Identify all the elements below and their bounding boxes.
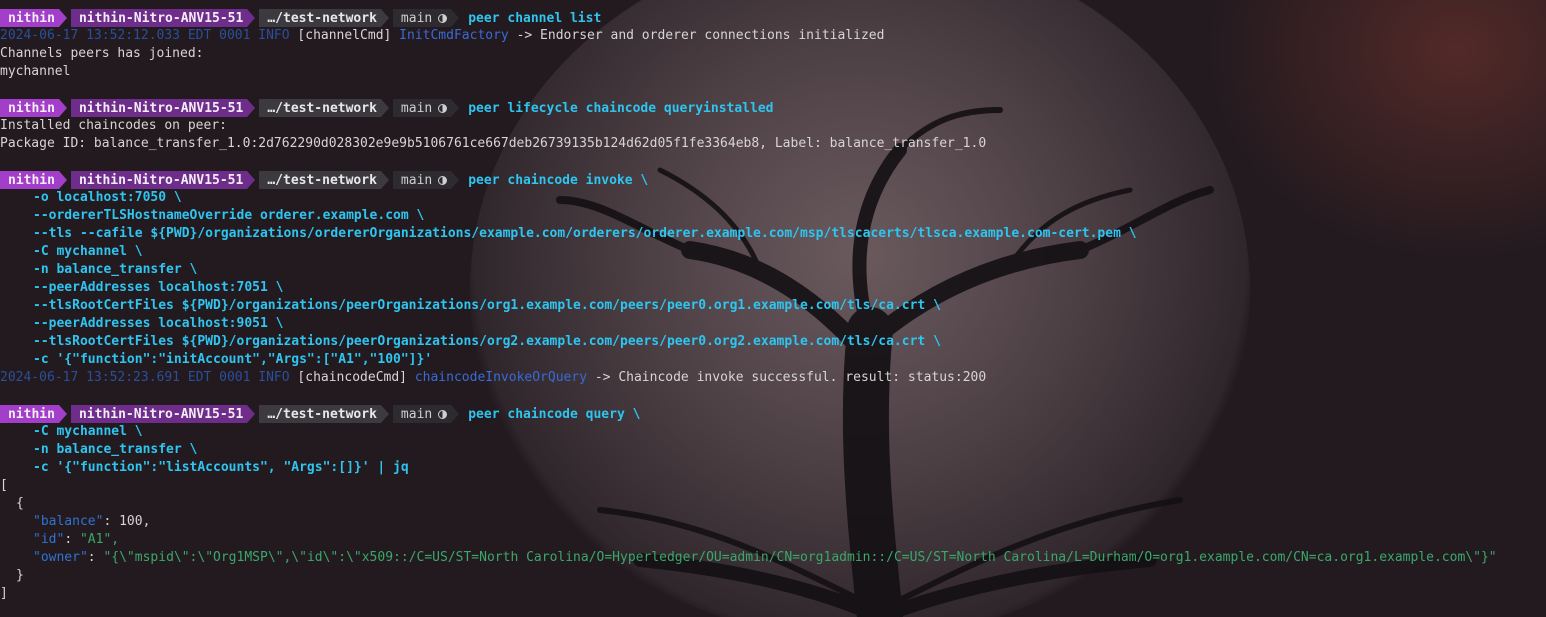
prompt-git-branch: main <box>392 405 452 423</box>
command-continuation[interactable]: --tlsRootCertFiles ${PWD}/organizations/… <box>0 333 1546 351</box>
json-key: "owner" <box>33 550 88 565</box>
command-continuation[interactable]: -n balance_transfer \ <box>0 441 1546 459</box>
powerline-separator <box>247 9 256 27</box>
powerline-separator <box>380 9 389 27</box>
json-key: "balance" <box>33 514 104 529</box>
prompt-directory: …/test-network <box>259 99 381 117</box>
json-open-bracket: [ <box>0 478 8 493</box>
log-tag: [chaincodeCmd] <box>297 370 407 385</box>
prompt-user: nithin <box>0 9 59 27</box>
log-tag: [channelCmd] <box>297 28 392 43</box>
branch-label: main <box>400 406 433 422</box>
powerline-separator <box>247 171 256 189</box>
git-status-icon <box>438 409 448 419</box>
branch-label: main <box>400 10 433 26</box>
branch-label: main <box>400 172 433 188</box>
powerline-separator <box>380 171 389 189</box>
command-continuation[interactable]: --peerAddresses localhost:9051 \ <box>0 315 1546 333</box>
powerline-separator <box>58 99 67 117</box>
branch-label: main <box>400 100 433 116</box>
prompt-git-branch: main <box>392 99 452 117</box>
command-continuation[interactable]: --tls --cafile ${PWD}/organizations/orde… <box>0 225 1546 243</box>
prompt-user: nithin <box>0 171 59 189</box>
command-continuation[interactable]: -C mychannel \ <box>0 243 1546 261</box>
shell-prompt: nithin nithin-Nitro-ANV15-51 …/test-networ… <box>0 405 1546 423</box>
git-status-icon <box>438 13 448 23</box>
powerline-separator <box>58 171 67 189</box>
powerline-separator <box>58 9 67 27</box>
json-value: "{\"mspid\":\"Org1MSP\",\"id\":\"x509::/… <box>103 550 1497 565</box>
terminal-output[interactable]: nithin nithin-Nitro-ANV15-51 …/test-networ… <box>0 9 1546 603</box>
command-text[interactable]: peer lifecycle chaincode queryinstalled <box>468 101 773 116</box>
git-status-icon <box>438 175 448 185</box>
json-brace: } <box>16 568 24 583</box>
log-timestamp: 2024-06-17 13:52:23.691 EDT 0001 INFO <box>0 370 290 385</box>
log-message: -> Chaincode invoke successful. result: … <box>594 370 987 385</box>
command-text[interactable]: peer chaincode invoke \ <box>468 173 648 188</box>
command-continuation[interactable]: --tlsRootCertFiles ${PWD}/organizations/… <box>0 297 1546 315</box>
powerline-separator <box>451 405 460 423</box>
powerline-separator <box>380 405 389 423</box>
shell-prompt: nithin nithin-Nitro-ANV15-51 …/test-networ… <box>0 99 1546 117</box>
output-line: Installed chaincodes on peer: <box>0 118 227 133</box>
shell-prompt: nithin nithin-Nitro-ANV15-51 …/test-networ… <box>0 9 1546 27</box>
log-message: -> Endorser and orderer connections init… <box>516 28 885 43</box>
command-text[interactable]: peer chaincode query \ <box>468 407 640 422</box>
git-status-icon <box>438 103 448 113</box>
command-continuation[interactable]: -o localhost:7050 \ <box>0 189 1546 207</box>
output-line: Channels peers has joined: <box>0 46 204 61</box>
prompt-host: nithin-Nitro-ANV15-51 <box>70 9 248 27</box>
json-close-brace: } <box>0 567 1546 585</box>
prompt-host: nithin-Nitro-ANV15-51 <box>70 99 248 117</box>
json-close-bracket: ] <box>0 586 8 601</box>
output-line: Package ID: balance_transfer_1.0:2d76229… <box>0 136 987 151</box>
powerline-separator <box>451 9 460 27</box>
command-text[interactable]: peer channel list <box>468 11 601 26</box>
prompt-git-branch: main <box>392 9 452 27</box>
prompt-user: nithin <box>0 405 59 423</box>
powerline-separator <box>247 99 256 117</box>
json-brace: { <box>16 496 24 511</box>
powerline-separator <box>380 99 389 117</box>
powerline-separator <box>451 99 460 117</box>
command-continuation[interactable]: -n balance_transfer \ <box>0 261 1546 279</box>
json-field: "id": "A1", <box>33 532 120 547</box>
json-value: 100, <box>119 514 151 529</box>
powerline-separator <box>58 405 67 423</box>
prompt-directory: …/test-network <box>259 171 381 189</box>
prompt-host: nithin-Nitro-ANV15-51 <box>70 405 248 423</box>
log-line: 2024-06-17 13:52:23.691 EDT 0001 INFO [c… <box>0 369 1546 387</box>
json-field: "balance": 100, <box>33 514 151 529</box>
log-timestamp: 2024-06-17 13:52:12.033 EDT 0001 INFO <box>0 28 290 43</box>
prompt-directory: …/test-network <box>259 405 381 423</box>
json-open-brace: { <box>0 495 1546 513</box>
json-value: "A1", <box>79 532 120 547</box>
powerline-separator <box>247 405 256 423</box>
command-continuation[interactable]: --peerAddresses localhost:7051 \ <box>0 279 1546 297</box>
prompt-user: nithin <box>0 99 59 117</box>
command-continuation[interactable]: -C mychannel \ <box>0 423 1546 441</box>
powerline-separator <box>451 171 460 189</box>
output-line: mychannel <box>0 64 71 79</box>
prompt-git-branch: main <box>392 171 452 189</box>
log-line: 2024-06-17 13:52:12.033 EDT 0001 INFO [c… <box>0 27 1546 45</box>
log-function: chaincodeInvokeOrQuery <box>414 370 588 385</box>
command-continuation[interactable]: -c '{"function":"listAccounts", "Args":[… <box>0 459 1546 477</box>
prompt-directory: …/test-network <box>259 9 381 27</box>
log-function: InitCmdFactory <box>399 28 509 43</box>
command-continuation[interactable]: --ordererTLSHostnameOverride orderer.exa… <box>0 207 1546 225</box>
shell-prompt: nithin nithin-Nitro-ANV15-51 …/test-networ… <box>0 171 1546 189</box>
json-field: "owner": "{\"mspid\":\"Org1MSP\",\"id\":… <box>33 550 1497 565</box>
command-continuation[interactable]: -c '{"function":"initAccount","Args":["A… <box>0 351 1546 369</box>
json-key: "id" <box>33 532 65 547</box>
prompt-host: nithin-Nitro-ANV15-51 <box>70 171 248 189</box>
